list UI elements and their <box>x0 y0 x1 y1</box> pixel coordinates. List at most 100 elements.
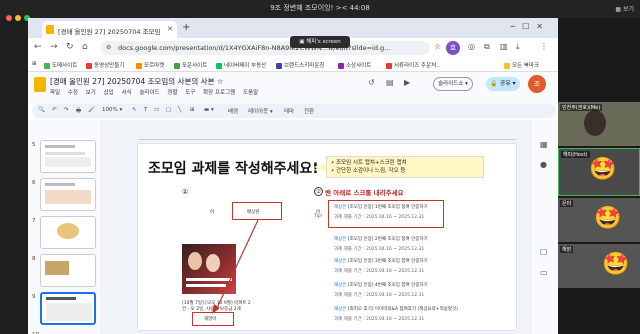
slides-favicon-icon <box>46 25 54 34</box>
search-menus-icon[interactable]: 🔍 <box>38 107 45 113</box>
menu-item[interactable]: 정렬 <box>167 90 177 96</box>
view-button[interactable]: ▦ 보기 <box>615 4 634 13</box>
comment-icon[interactable]: ▤ <box>386 78 394 87</box>
bookmark-item[interactable]: 포운사이트 <box>174 61 207 69</box>
participant-video-active[interactable]: 🤩 해피(Host) <box>558 148 640 196</box>
transition-button[interactable]: 전환 <box>304 107 314 115</box>
menu-item[interactable]: 파일 <box>50 90 60 96</box>
menu-item[interactable]: 도움말 <box>243 90 258 96</box>
zoom-select[interactable]: 100% ▾ <box>102 107 122 113</box>
slideshow-button[interactable]: 슬라이드쇼 ▾ <box>433 77 473 91</box>
menu-item[interactable]: 슬라이드 <box>139 90 159 96</box>
download-icon[interactable]: ⤓ <box>516 42 520 52</box>
participant-name: 해피(Host) <box>561 151 590 158</box>
menu-item[interactable]: 도구 <box>185 90 195 96</box>
class-entry[interactable]: 해상은 [최지오 후기] 이미미의&A 참여후기 (책상요약+적용할것) 과제 … <box>334 306 458 322</box>
slide[interactable]: 조모임 과제를 작성해주세요! • 조모임 시트 캡쳐+스크린 캡쳐 • 간단한… <box>138 144 516 330</box>
bookmark-item[interactable]: 소상사이트 <box>338 61 371 69</box>
insert-table-icon[interactable]: ⊞ <box>190 107 195 113</box>
step-2-number: ② <box>314 187 323 196</box>
text-box-icon[interactable]: T <box>144 107 147 113</box>
shape-icon[interactable]: ▢ <box>166 107 171 113</box>
tab-bar: [경매 올인원 27] 20250704 조모임 ✕ + ─☐✕ <box>28 18 558 38</box>
background-button[interactable]: 배경 <box>228 107 238 115</box>
undo-icon[interactable]: ↶ <box>52 107 57 113</box>
slides-logo-icon[interactable] <box>34 77 46 92</box>
bookmark-item[interactable]: 서류라이즈 주운처.. <box>386 61 440 69</box>
bookmark-favicon-icon <box>136 62 142 69</box>
theme-button[interactable]: 테마 <box>284 107 294 115</box>
folder-panel-icon[interactable]: ▭ <box>540 268 548 277</box>
share-button[interactable]: 🔒 공유 ▾ <box>486 77 520 91</box>
menu-item[interactable]: 보기 <box>86 90 96 96</box>
browser-tab[interactable]: [경매 올인원 27] 20250704 조모임 ✕ <box>42 21 177 38</box>
participant-video[interactable]: 민찬주(권호)(Me) <box>558 102 640 146</box>
select-cursor-icon[interactable]: ↖ <box>132 107 137 113</box>
menu-item[interactable]: 서식 <box>122 90 132 96</box>
tasks-icon[interactable]: ☐ <box>540 248 547 257</box>
comment-insert-icon[interactable]: ▬ ▾ <box>204 107 214 113</box>
print-icon[interactable]: 🖶 <box>76 107 81 116</box>
new-tab-icon[interactable]: + <box>182 22 190 33</box>
slide-thumbnail-selected[interactable] <box>40 292 96 325</box>
redo-icon[interactable]: ↷ <box>64 107 69 113</box>
tip-tag: Tip! <box>314 214 323 219</box>
calendar-icon[interactable]: ▦ <box>540 140 548 149</box>
bookmark-item[interactable]: 모르마켓 <box>136 61 164 69</box>
bookmark-item[interactable]: 동영상만들기 <box>86 61 124 69</box>
participant-video[interactable]: 🤩 해맑 <box>558 244 640 288</box>
callout-line: • 간단한 소감이나 느낌, 각오 등 <box>331 168 406 174</box>
browser-profile-avatar[interactable]: 흐 <box>446 41 460 55</box>
person-silhouette <box>584 110 606 136</box>
site-info-icon[interactable]: ⚙ <box>106 44 111 51</box>
bookmark-favicon-icon <box>216 62 222 69</box>
history-icon[interactable]: ↺ <box>368 78 375 87</box>
slide-thumbnail[interactable] <box>40 178 96 211</box>
reload-icon[interactable]: ↻ <box>66 42 74 52</box>
document-title[interactable]: [경매 올인원 27] 20250704 조모임의 사본의 사본 ☆ <box>50 76 224 87</box>
class-entry[interactable]: 해상은 [조모임 인증] 3번째 조모임 참여 인증하기 과제 제출 기간 : … <box>334 258 428 274</box>
minimize-window-icon[interactable] <box>15 15 21 21</box>
participant-video[interactable]: 🤩 은미 <box>558 198 640 242</box>
keep-icon[interactable]: ● <box>540 160 547 169</box>
menu-item[interactable]: 확장 프로그램 <box>203 90 235 96</box>
apps-grid-icon[interactable]: ⊞ <box>32 61 37 67</box>
slide-thumbnail[interactable] <box>40 216 96 249</box>
extensions-puzzle-icon[interactable]: ⧉ <box>484 42 490 52</box>
class-entry[interactable]: 해상은 [조모임 인증] 2번째 조모임 참여 인증하기 과제 제출 기간 : … <box>334 236 428 252</box>
slide-title[interactable]: 조모임 과제를 작성해주세요! <box>148 158 319 178</box>
menu-dots-icon[interactable]: ⋮ <box>540 42 548 51</box>
extension-icon[interactable]: ◎ <box>468 42 475 51</box>
sidebar-icon[interactable]: ▥ <box>500 42 508 51</box>
meeting-title: 9조 정변혜 조모이잉! >< 44:08 <box>270 4 370 12</box>
bookmark-item[interactable]: 브랜드스키마운칭 <box>276 61 324 69</box>
column-label: 아 <box>210 210 215 215</box>
url-input[interactable]: ⚙ docs.google.com/presentation/d/1X4YGXA… <box>100 41 430 55</box>
bookmark-item[interactable]: 네이버페이 부동산 <box>216 61 266 69</box>
close-tab-icon[interactable]: ✕ <box>167 25 173 33</box>
class-entry[interactable]: 해상은 [조모임 인증] 1번째 조모임 참여 인증하기 과제 제출 기간 : … <box>334 204 428 220</box>
user-avatar[interactable]: 조 <box>528 75 546 93</box>
back-icon[interactable]: ← <box>34 42 42 52</box>
paint-format-icon[interactable]: 🖌 <box>88 107 95 113</box>
screen-share-indicator: ▣ 해피's screen <box>290 36 350 48</box>
image-icon[interactable]: ▭ <box>154 107 159 113</box>
menu-item[interactable]: 수정 <box>68 90 78 96</box>
menu-item[interactable]: 삽입 <box>104 90 114 96</box>
slide-filmstrip: 5 6 7 8 9 10 <box>28 120 100 334</box>
slide-thumbnail[interactable] <box>40 140 96 173</box>
layout-button[interactable]: 레이아웃 ▾ <box>248 107 273 115</box>
class-entry[interactable]: 해상은 [조모임 인증] 4번째 조모임 참여 인증하기 과제 제출 기간 : … <box>334 282 428 298</box>
home-icon[interactable]: ⌂ <box>82 42 88 52</box>
bookmark-star-icon[interactable]: ☆ <box>434 42 441 51</box>
slides-header: [경매 올인원 27] 20250704 조모임의 사본의 사본 ☆ 파일 수정… <box>28 72 558 104</box>
browser-window-controls[interactable]: ─☐✕ <box>510 22 550 31</box>
bookmark-item[interactable]: 도메사이트 <box>44 61 77 69</box>
line-icon[interactable]: ╲ <box>178 107 181 113</box>
slide-thumbnail[interactable] <box>40 254 96 287</box>
close-window-icon[interactable] <box>6 15 12 21</box>
all-bookmarks[interactable]: 모든 북마크 <box>504 61 539 69</box>
meet-icon[interactable]: ▶ <box>404 78 410 87</box>
instruction-callout[interactable]: • 조모임 시트 캡쳐+스크린 캡쳐 • 간단한 소감이나 느낌, 각오 등 <box>326 156 484 178</box>
forward-icon[interactable]: → <box>50 42 58 52</box>
